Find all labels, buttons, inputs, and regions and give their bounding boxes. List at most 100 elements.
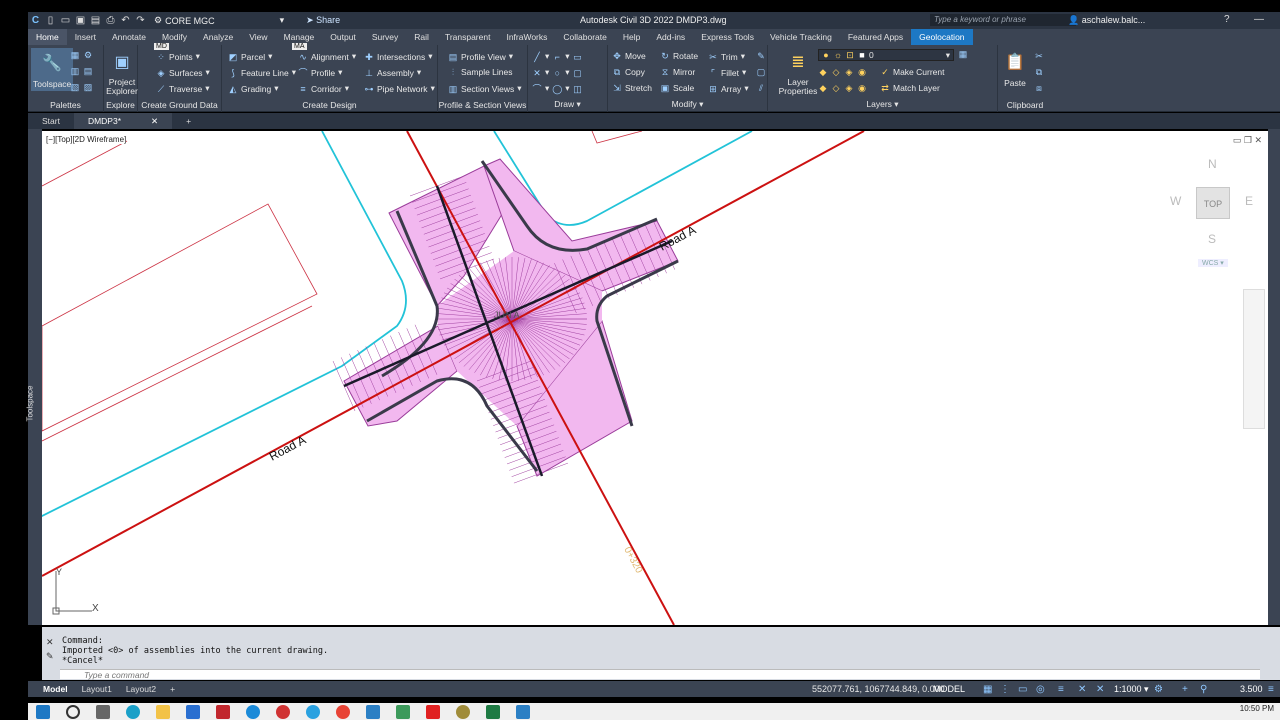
app-icon-4[interactable] xyxy=(456,704,470,719)
drawing-viewport[interactable]: Road A Road A 0+320 JUN A X Y [−][Top][2… xyxy=(42,131,1268,625)
tab-infraworks[interactable]: InfraWorks xyxy=(498,29,555,45)
annotation-scale[interactable]: 1:1000 ▾ xyxy=(1114,684,1149,695)
assembly-button[interactable]: ⊥ Assembly ▾ xyxy=(364,67,421,78)
section-views-button[interactable]: ▥ Section Views ▾ xyxy=(448,83,522,94)
model-space-toggle[interactable]: MODEL xyxy=(933,684,965,694)
app-icon-2[interactable] xyxy=(276,704,290,719)
telegram-icon[interactable] xyxy=(306,704,320,719)
app-icon-1[interactable] xyxy=(246,704,260,719)
new-tab-button[interactable]: + xyxy=(172,113,205,129)
toolspace-bar[interactable]: Toolspace xyxy=(26,129,42,625)
lineweight-icon[interactable]: ✕ xyxy=(1078,684,1086,695)
minimize-icon[interactable]: ? xyxy=(1224,14,1230,25)
app-icon-3[interactable] xyxy=(396,704,410,719)
search-icon[interactable] xyxy=(66,704,80,719)
youtube-icon[interactable] xyxy=(426,704,440,719)
tab-output[interactable]: Output xyxy=(322,29,364,45)
mail-icon[interactable] xyxy=(186,704,200,719)
share-button[interactable]: ➤ Share xyxy=(306,15,340,26)
toolspace-button[interactable]: 🔧 Toolspace xyxy=(31,48,74,91)
corridor-button[interactable]: ≡ Corridor ▾ xyxy=(298,83,349,94)
add-layout-button[interactable]: + xyxy=(163,684,182,694)
tab-transparent[interactable]: Transparent xyxy=(437,29,499,45)
tab-start[interactable]: Start xyxy=(28,113,74,129)
profile-view-button[interactable]: ▤ Profile View ▾ xyxy=(448,51,513,62)
app-logo-icon[interactable]: C xyxy=(30,15,41,26)
open-icon[interactable]: ▭ xyxy=(60,15,71,26)
project-explorer-button[interactable]: ▣ Project Explorer xyxy=(106,49,138,96)
transparency-icon[interactable]: ✕ xyxy=(1096,684,1104,695)
grid-icon[interactable]: ▦ xyxy=(983,684,992,695)
cut-icon[interactable]: ✂ xyxy=(1034,51,1044,61)
palette-icon-3[interactable]: ▧ ▨ xyxy=(70,82,93,92)
parcel-button[interactable]: ◩ Parcel ▾ xyxy=(228,51,273,62)
palette-icon-1[interactable]: ▦ ⚙ xyxy=(70,50,93,60)
workspace-select[interactable]: ⚙ CORE MGC ▾ xyxy=(154,15,284,26)
close-icon[interactable]: ✕ xyxy=(151,116,158,126)
undo-icon[interactable]: ↶ xyxy=(120,15,131,26)
line-tool[interactable]: ╱ ▾ ⌐ ▾ ▭ xyxy=(532,51,583,62)
scale-button[interactable]: ▣ Scale xyxy=(660,83,695,93)
tab-insert[interactable]: Insert xyxy=(67,29,104,45)
feature-line-button[interactable]: ⟆ Feature Line ▾ xyxy=(228,67,296,78)
layer-tools-row-1[interactable]: ◆ ◇ ◈ ◉ xyxy=(818,67,867,77)
intersections-button[interactable]: ✚ Intersections ▾ xyxy=(364,51,432,62)
annotation-monitor-icon[interactable]: ⚲ xyxy=(1200,684,1207,695)
command-input-row[interactable]: Type a command xyxy=(60,669,1260,680)
wcs-menu[interactable]: WCS ▾ xyxy=(1198,259,1228,267)
make-current-button[interactable]: ✓ Make Current xyxy=(880,67,944,77)
traverse-button[interactable]: ⟋ Traverse ▾ xyxy=(156,83,210,94)
excel-icon[interactable] xyxy=(486,704,500,719)
tab-featured-apps[interactable]: Featured Apps xyxy=(840,29,911,45)
pipe-network-button[interactable]: ⊶ Pipe Network ▾ xyxy=(364,83,435,94)
offset-icon[interactable]: ⫽ xyxy=(756,83,766,93)
right-tool-bar[interactable] xyxy=(1268,129,1280,625)
fillet-button[interactable]: ⌜ Fillet ▾ xyxy=(708,67,746,78)
mirror-button[interactable]: ⧖ Mirror xyxy=(660,67,695,77)
redo-icon[interactable]: ↷ xyxy=(135,15,146,26)
stretch-button[interactable]: ⇲ Stretch xyxy=(612,83,652,93)
viewport-controls[interactable]: [−][Top][2D Wireframe] xyxy=(46,135,127,144)
chrome-icon[interactable] xyxy=(336,704,350,719)
tab-annotate[interactable]: Annotate xyxy=(104,29,154,45)
erase-icon[interactable]: ▢ xyxy=(756,67,766,77)
edge-icon[interactable] xyxy=(126,704,140,719)
tab-help[interactable]: Help xyxy=(615,29,648,45)
copy-button[interactable]: ⧉ Copy xyxy=(612,67,645,77)
circle-tool[interactable]: ✕ ▾ ○ ▾ ▢ xyxy=(532,67,583,78)
tab-home[interactable]: Home xyxy=(28,29,67,45)
ortho-icon[interactable]: ▭ xyxy=(1018,684,1027,695)
command-line[interactable]: ✕ ✎ Command: Imported <0> of assemblies … xyxy=(42,627,1280,680)
windows-start-icon[interactable] xyxy=(36,704,50,719)
settings-icon[interactable]: ⚙ xyxy=(1154,684,1163,695)
layer-tools-row-2[interactable]: ◆ ◇ ◈ ◉ xyxy=(818,83,867,93)
tab-add-ins[interactable]: Add-ins xyxy=(648,29,693,45)
trim-button[interactable]: ✂ Trim ▾ xyxy=(708,51,745,62)
snap-icon[interactable]: ⋮ xyxy=(1000,684,1010,695)
user-account[interactable]: 👤 aschalew.balc... xyxy=(1068,15,1145,26)
tab-collaborate[interactable]: Collaborate xyxy=(555,29,614,45)
tab-view[interactable]: View xyxy=(241,29,275,45)
layer-properties-button[interactable]: ≣ Layer Properties xyxy=(778,49,818,96)
layer-select[interactable]: ● ☼ ⊡ ■ 0 ▾ xyxy=(818,49,954,61)
polar-icon[interactable]: ◎ xyxy=(1036,684,1045,695)
civil3d-icon[interactable] xyxy=(366,704,380,719)
tab-vehicle-tracking[interactable]: Vehicle Tracking xyxy=(762,29,840,45)
surfaces-button[interactable]: ◈ Surfaces ▾ xyxy=(156,67,210,78)
save-as-icon[interactable]: ▤ xyxy=(90,15,101,26)
profile-button[interactable]: ⌒ Profile ▾ xyxy=(298,67,342,78)
drawing-canvas[interactable]: Road A Road A 0+320 JUN A X Y xyxy=(42,131,1268,625)
search-input[interactable]: Type a keyword or phrase xyxy=(930,14,1076,26)
grading-button[interactable]: ◭ Grading ▾ xyxy=(228,83,279,94)
new-icon[interactable]: ▯ xyxy=(45,15,56,26)
plus-icon[interactable]: + xyxy=(1182,684,1188,695)
sample-lines-button[interactable]: ⫶ Sample Lines xyxy=(448,67,513,77)
tab-analyze[interactable]: Analyze xyxy=(195,29,241,45)
file-explorer-icon[interactable] xyxy=(156,704,170,719)
save-icon[interactable]: ▣ xyxy=(75,15,86,26)
points-button[interactable]: ⁘ Points ▾ xyxy=(156,51,200,62)
match-prop-icon[interactable]: ⧈ xyxy=(1034,83,1044,93)
edit-icon[interactable]: ✎ xyxy=(756,51,766,61)
customization-icon[interactable]: ≡ xyxy=(1268,684,1274,695)
tab-express-tools[interactable]: Express Tools xyxy=(693,29,762,45)
